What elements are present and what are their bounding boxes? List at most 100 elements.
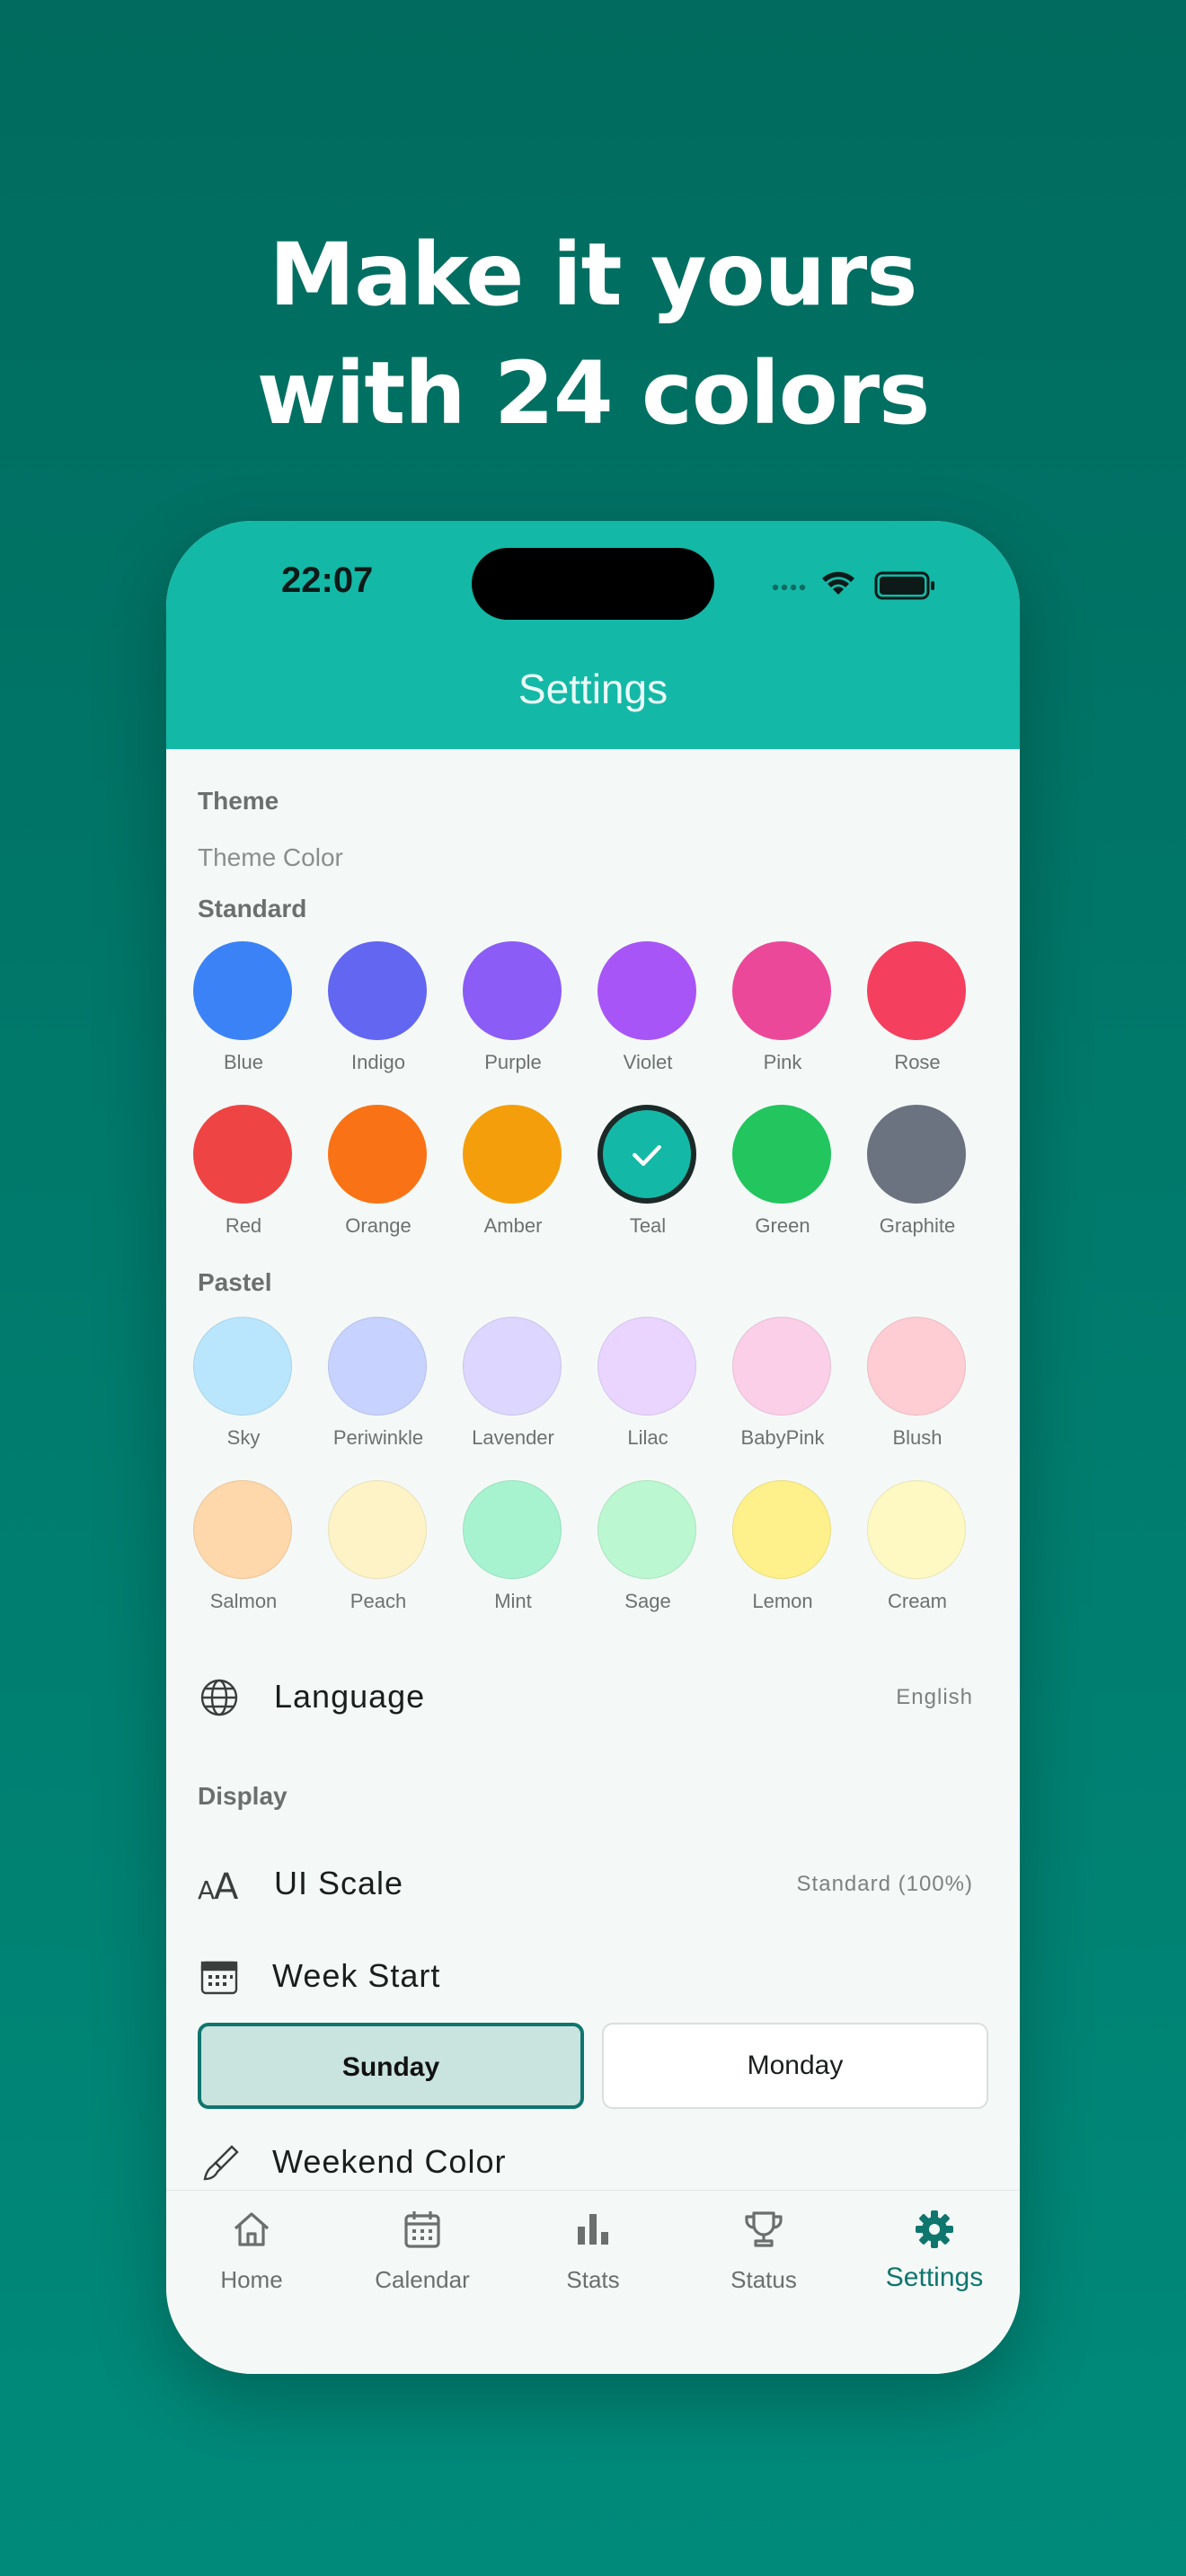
tab-calendar[interactable]: Calendar [337,2207,508,2306]
color-swatch-label: BabyPink [740,1426,825,1449]
color-swatch-label: Teal [629,1214,667,1237]
cellular-signal-icon [772,584,806,591]
color-dot [328,1317,427,1416]
color-dot [867,1317,966,1416]
settings-content[interactable]: Theme Theme Color Standard Blue Indigo Pur… [166,749,1020,2181]
color-dot [463,1105,562,1204]
color-swatch-label: Periwinkle [332,1426,424,1449]
color-swatch-label: Graphite [879,1214,956,1237]
color-dot [597,1317,696,1416]
color-swatch-label: Red [225,1214,262,1237]
week-start-option-sunday[interactable]: Sunday [198,2023,584,2109]
svg-text:A: A [214,1866,239,1906]
color-swatch-graphite[interactable]: Graphite [850,1105,985,1266]
bar-chart-icon [578,2214,608,2245]
color-swatch-label: Purple [484,1051,542,1073]
color-swatch-label: Cream [887,1590,947,1612]
color-swatch-label: Blue [223,1051,264,1073]
color-swatch-cream[interactable]: Cream [850,1480,985,1642]
color-swatch-sky[interactable]: Sky [176,1317,311,1478]
color-swatch-sage[interactable]: Sage [580,1480,715,1642]
standard-label: Standard [198,895,307,922]
color-dot [463,1480,562,1579]
color-swatch-label: Green [755,1214,810,1237]
week-start-row: Week Start [166,1939,1020,2011]
color-swatch-blue[interactable]: Blue [176,941,311,1103]
color-swatch-label: Salmon [209,1590,278,1612]
color-swatch-lavender[interactable]: Lavender [446,1317,580,1478]
bottom-tab-bar: Home Calendar Stats Status Settings [166,2190,1020,2374]
color-swatch-lilac[interactable]: Lilac [580,1317,715,1478]
color-swatch-label: Lemon [752,1590,813,1612]
color-swatch-periwinkle[interactable]: Periwinkle [311,1317,446,1478]
battery-icon [874,571,934,600]
color-swatch-teal[interactable]: Teal [580,1105,715,1266]
pastel-label: Pastel [198,1268,272,1296]
color-swatch-label: Sky [226,1426,261,1449]
color-swatch-rose[interactable]: Rose [850,941,985,1103]
color-dot [463,1317,562,1416]
tab-calendar-label: Calendar [375,2266,470,2293]
weekend-color-row[interactable]: Weekend Color [166,2125,1020,2197]
display-section-title: Display [198,1782,288,1810]
color-swatch-blush[interactable]: Blush [850,1317,985,1478]
color-swatch-amber[interactable]: Amber [446,1105,580,1266]
color-swatch-label: Amber [483,1214,543,1237]
home-icon [234,2212,270,2246]
checkmark-icon [633,1144,661,1166]
color-swatch-label: Violet [623,1051,673,1073]
color-swatch-indigo[interactable]: Indigo [311,941,446,1103]
language-row[interactable]: Language English [166,1660,1020,1732]
gear-icon [916,2210,953,2248]
color-swatch-salmon[interactable]: Salmon [176,1480,311,1642]
paintbrush-icon [203,2145,239,2181]
language-value: English [896,1685,973,1709]
color-swatch-label: Pink [763,1051,802,1073]
color-dot [193,941,292,1040]
week-start-option-monday[interactable]: Monday [602,2023,988,2109]
color-dot [867,1105,966,1204]
color-dot [597,1105,696,1204]
color-swatch-label: Sage [624,1590,671,1612]
theme-color-label: Theme Color [198,843,343,871]
calendar-icon [404,2211,440,2248]
tab-settings[interactable]: Settings [849,2207,1020,2306]
tab-status[interactable]: Status [678,2207,849,2306]
tab-home[interactable]: Home [166,2207,337,2306]
color-dot [193,1105,292,1204]
headline-line-1: Make it yours [269,225,918,325]
color-swatch-violet[interactable]: Violet [580,941,715,1103]
week-start-label: Week Start [272,1957,441,1994]
color-swatch-label: Blush [892,1426,943,1449]
color-dot [597,941,696,1040]
color-swatch-label: Peach [350,1590,407,1612]
color-swatch-label: Indigo [351,1051,405,1073]
color-swatch-red[interactable]: Red [176,1105,311,1266]
color-swatch-orange[interactable]: Orange [311,1105,446,1266]
headline-line-2: with 24 colors [256,343,930,444]
color-dot [463,941,562,1040]
phone-frame: 22:07 Settings Theme Theme Color Standar… [166,521,1020,2374]
color-swatch-peach[interactable]: Peach [311,1480,446,1642]
color-swatch-mint[interactable]: Mint [446,1480,580,1642]
color-swatch-purple[interactable]: Purple [446,941,580,1103]
ui-scale-row[interactable]: A A UI Scale Standard (100%) [166,1847,1020,1919]
color-swatch-pink[interactable]: Pink [715,941,850,1103]
color-dot [328,1480,427,1579]
color-dot [328,941,427,1040]
theme-section-title: Theme [198,787,279,815]
color-dot [732,941,831,1040]
color-swatch-label: Orange [345,1214,412,1237]
color-swatch-lemon[interactable]: Lemon [715,1480,850,1642]
color-swatch-label: Lilac [627,1426,668,1449]
tab-settings-label: Settings [885,2263,984,2292]
color-swatch-label: Rose [894,1051,941,1073]
color-swatch-green[interactable]: Green [715,1105,850,1266]
wifi-icon [822,571,854,595]
color-dot [867,941,966,1040]
color-swatch-babypink[interactable]: BabyPink [715,1317,850,1478]
tab-stats[interactable]: Stats [508,2207,678,2306]
color-swatch-label: Lavender [472,1426,554,1449]
tab-home-label: Home [220,2266,283,2293]
svg-text:A: A [198,1875,215,1905]
